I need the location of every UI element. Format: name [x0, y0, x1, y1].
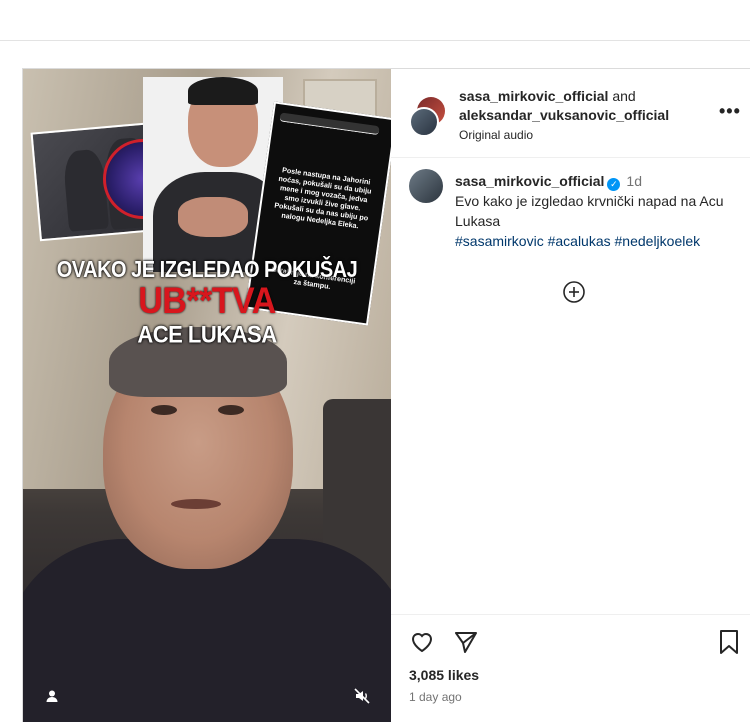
caption-hashtags[interactable]: #sasamirkovic #acalukas #nedeljkoelek: [455, 233, 700, 249]
collab-names: sasa_mirkovic_official and aleksandar_vu…: [459, 87, 669, 145]
right-eye: [218, 405, 244, 415]
mouth: [171, 499, 221, 509]
username-link[interactable]: aleksandar_vuksanovic_official: [459, 107, 669, 123]
share-icon[interactable]: [453, 629, 479, 655]
headline-line-3: ACE LUKASA: [137, 320, 277, 349]
plus-circle-icon[interactable]: [563, 281, 585, 303]
post-date: 1 day ago: [409, 690, 462, 704]
caption: sasa_mirkovic_official ✓ 1d Evo kako je iz…: [455, 171, 745, 251]
username-link[interactable]: sasa_mirkovic_official: [459, 88, 608, 104]
story-text: Posle nastupa na Jahorini noćas, pokušal…: [273, 165, 373, 231]
joiner-text: and: [612, 88, 636, 104]
verified-icon: ✓: [607, 178, 621, 191]
likes-count[interactable]: 3,085 likes: [409, 667, 479, 683]
speaker-muted-icon[interactable]: [353, 687, 371, 705]
heart-icon[interactable]: [409, 629, 435, 655]
post-header: sasa_mirkovic_official and aleksandar_vu…: [391, 69, 750, 158]
post-video[interactable]: Posle nastupa na Jahorini noćas, pokušal…: [23, 69, 391, 722]
user-tag-icon[interactable]: [45, 689, 59, 703]
more-options-button[interactable]: •••: [719, 101, 741, 122]
bookmark-icon[interactable]: [717, 629, 741, 655]
audio-link[interactable]: Original audio: [459, 128, 533, 142]
avatar[interactable]: [409, 169, 443, 203]
caption-username[interactable]: sasa_mirkovic_official: [455, 173, 604, 189]
left-eye: [151, 405, 177, 415]
headline-line-2: UB**TVA: [138, 280, 276, 322]
avatar[interactable]: [409, 107, 439, 137]
caption-text: Evo kako je izgledao krvnički napad na A…: [455, 193, 724, 229]
post-age[interactable]: 1d: [626, 173, 642, 189]
action-bar: 3,085 likes 1 day ago: [391, 614, 750, 723]
post-sidebar: sasa_mirkovic_official and aleksandar_vu…: [391, 69, 750, 722]
post-card: Posle nastupa na Jahorini noćas, pokušal…: [22, 68, 750, 722]
top-divider: [0, 40, 750, 41]
